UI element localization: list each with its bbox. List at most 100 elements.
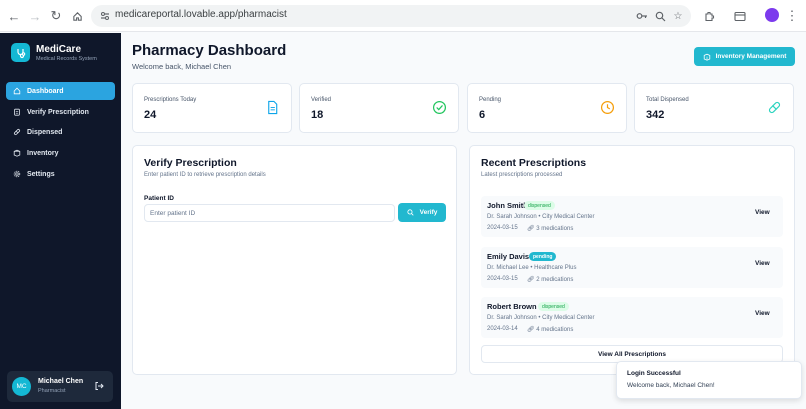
sidebar-item-label: Inventory <box>27 149 59 157</box>
brand-subtitle: Medical Records System <box>36 56 97 62</box>
clipboard-icon <box>14 108 20 116</box>
sidebar-item-dispensed[interactable]: Dispensed <box>6 123 115 141</box>
forward-icon[interactable]: → <box>25 6 45 26</box>
tab-search-icon[interactable] <box>730 6 750 26</box>
panel-title: Recent Prescriptions <box>481 157 587 169</box>
view-button[interactable]: View <box>755 310 770 317</box>
back-icon[interactable]: ← <box>4 6 24 26</box>
inventory-management-label: Inventory Management <box>715 53 787 60</box>
sidebar-item-label: Verify Prescription <box>27 108 89 116</box>
medications-count: 🔗︎ 3 medications <box>527 225 573 232</box>
list-item: John Smith dispensed Dr. Sarah Johnson •… <box>481 196 783 237</box>
user-name: Michael Chen <box>38 378 84 385</box>
verify-button[interactable]: Verify <box>398 203 446 222</box>
sidebar-item-label: Dashboard <box>27 87 64 95</box>
view-button[interactable]: View <box>755 260 770 267</box>
prescription-date: 2024-03-14 <box>487 326 518 332</box>
pill-icon: 🔗︎ <box>527 327 535 333</box>
stat-card-verified: Verified 18 <box>299 83 459 133</box>
key-icon[interactable] <box>635 9 649 23</box>
stat-label: Total Dispensed <box>646 97 689 103</box>
status-badge: dispensed <box>538 302 569 311</box>
stat-card-pending: Pending 6 <box>467 83 627 133</box>
doctor-info: Dr. Michael Lee • Healthcare Plus <box>487 265 577 271</box>
user-card: MC Michael Chen Pharmacist <box>7 371 113 402</box>
panel-subtitle: Enter patient ID to retrieve prescriptio… <box>144 172 266 178</box>
avatar: MC <box>12 377 31 396</box>
gear-icon <box>13 170 21 178</box>
list-item: Robert Brown dispensed Dr. Sarah Johnson… <box>481 297 783 338</box>
panel-title: Verify Prescription <box>144 157 237 169</box>
bookmark-star-icon[interactable]: ☆ <box>671 9 685 23</box>
medications-count: 🔗︎ 4 medications <box>527 326 573 333</box>
stat-value: 6 <box>479 109 486 121</box>
stat-value: 18 <box>311 109 324 121</box>
medications-count-label: 4 medications <box>536 327 574 333</box>
stat-card-total-dispensed: Total Dispensed 342 <box>634 83 794 133</box>
sidebar-item-inventory[interactable]: Inventory <box>6 144 115 162</box>
browser-toolbar: ← → ↻ medicareportal.lovable.app/pharmac… <box>0 0 806 32</box>
search-icon <box>407 209 414 216</box>
sidebar-item-label: Dispensed <box>27 128 63 136</box>
doctor-info: Dr. Sarah Johnson • City Medical Center <box>487 315 595 321</box>
sidebar-item-label: Settings <box>27 170 55 178</box>
doctor-info: Dr. Sarah Johnson • City Medical Center <box>487 214 595 220</box>
inventory-management-button[interactable]: Inventory Management <box>694 47 795 66</box>
logout-icon[interactable] <box>94 381 104 391</box>
clock-icon <box>600 100 615 115</box>
patient-id-label: Patient ID <box>144 195 174 202</box>
home-icon <box>13 87 21 95</box>
menu-kebab-icon[interactable]: ⋮ <box>782 6 802 26</box>
toast-notification: Login Successful Welcome back, Michael C… <box>616 361 802 399</box>
prescription-date: 2024-03-15 <box>487 225 518 231</box>
user-role: Pharmacist <box>38 388 66 394</box>
box-icon <box>13 149 21 157</box>
sidebar-item-verify-prescription[interactable]: Verify Prescription <box>6 103 115 121</box>
sidebar-item-dashboard[interactable]: Dashboard <box>6 82 115 100</box>
status-badge: pending <box>529 252 557 261</box>
site-settings-icon[interactable] <box>99 10 111 22</box>
verify-button-label: Verify <box>419 209 438 216</box>
medications-count: 🔗︎ 2 medications <box>527 276 573 283</box>
address-bar[interactable]: medicareportal.lovable.app/pharmacist ☆ <box>91 5 691 27</box>
sidebar: MediCare Medical Records System Dashboar… <box>0 33 121 409</box>
recent-prescriptions-panel: Recent Prescriptions Latest prescription… <box>469 145 795 375</box>
patient-name: Emily Davis <box>487 252 530 261</box>
stat-label: Prescriptions Today <box>144 97 197 103</box>
medications-count-label: 2 medications <box>536 277 574 283</box>
profile-avatar[interactable] <box>765 8 779 22</box>
patient-id-input[interactable] <box>144 204 395 222</box>
status-badge: dispensed <box>524 201 555 210</box>
sidebar-item-settings[interactable]: Settings <box>6 165 115 183</box>
pill-icon: 🔗︎ <box>527 226 535 232</box>
verify-prescription-panel: Verify Prescription Enter patient ID to … <box>132 145 457 375</box>
panel-subtitle: Latest prescriptions processed <box>481 172 563 178</box>
stat-value: 342 <box>646 109 665 121</box>
page-title: Pharmacy Dashboard <box>132 42 287 59</box>
home-icon[interactable] <box>67 6 87 26</box>
toast-title: Login Successful <box>627 370 681 377</box>
reload-icon[interactable]: ↻ <box>46 6 66 26</box>
zoom-icon[interactable] <box>653 9 667 23</box>
box-icon <box>703 53 710 61</box>
document-icon <box>268 100 278 115</box>
brand-logo-icon <box>11 43 30 62</box>
prescription-date: 2024-03-15 <box>487 276 518 282</box>
stat-label: Verified <box>311 97 332 103</box>
view-button[interactable]: View <box>755 209 770 216</box>
brand-name: MediCare <box>36 44 82 55</box>
patient-name: Robert Brown <box>487 302 537 311</box>
pill-icon <box>768 101 781 114</box>
check-circle-icon <box>432 100 447 115</box>
page-subtitle: Welcome back, Michael Chen <box>132 62 232 71</box>
patient-name: John Smith <box>487 201 528 210</box>
list-item: Emily Davis pending Dr. Michael Lee • He… <box>481 247 783 288</box>
stat-value: 24 <box>144 109 157 121</box>
pill-icon: 🔗︎ <box>527 277 535 283</box>
pill-icon <box>13 128 21 136</box>
extensions-icon[interactable] <box>699 6 719 26</box>
stat-card-prescriptions-today: Prescriptions Today 24 <box>132 83 292 133</box>
medications-count-label: 3 medications <box>536 226 574 232</box>
url-text: medicareportal.lovable.app/pharmacist <box>115 9 287 20</box>
stat-label: Pending <box>479 97 502 103</box>
